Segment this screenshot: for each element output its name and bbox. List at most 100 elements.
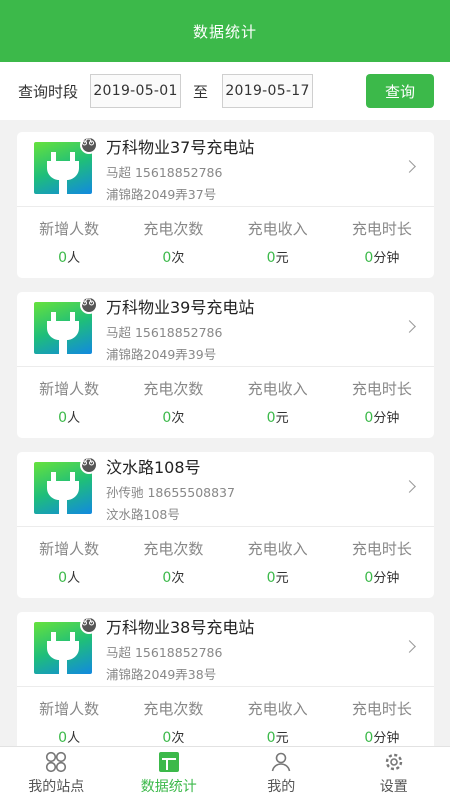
stat-unit: 次 — [171, 571, 185, 586]
station-address: 汶水路108号 — [106, 507, 180, 522]
user-icon — [270, 751, 292, 773]
stat-value: 0 — [162, 730, 172, 746]
stat-charge-count: 充电次数 0次 — [121, 379, 225, 437]
chevron-right-icon — [403, 480, 416, 493]
stat-value: 0 — [364, 410, 374, 426]
station-name: 汶水路108号 — [106, 458, 201, 477]
stat-duration: 充电时长 0分钟 — [330, 539, 434, 597]
charging-plug-icon — [34, 296, 98, 354]
stat-unit: 人 — [67, 571, 81, 586]
station-header[interactable]: 万科物业39号充电站 马超 15618852786 浦锦路2049弄39号 — [17, 292, 434, 367]
stat-unit: 人 — [67, 411, 81, 426]
query-bar: 查询时段 2019-05-01 至 2019-05-17 查询 — [0, 62, 450, 120]
station-contact: 马超 15618852786 — [106, 165, 223, 180]
bike-icon — [80, 456, 98, 474]
stat-label: 充电时长 — [351, 540, 412, 558]
chevron-right-icon — [403, 320, 416, 333]
stat-value: 0 — [364, 730, 374, 746]
station-name: 万科物业37号充电站 — [106, 138, 255, 157]
stat-label: 充电时长 — [351, 220, 412, 238]
tab-settings[interactable]: 设置 — [338, 747, 450, 800]
stat-label: 充电次数 — [143, 220, 204, 238]
stat-new-users: 新增人数 0人 — [17, 379, 121, 437]
stat-unit: 次 — [171, 251, 185, 266]
station-contact: 孙传驰 18655508837 — [106, 485, 235, 500]
stat-value: 0 — [162, 570, 172, 586]
tab-mine[interactable]: 我的 — [225, 747, 338, 800]
station-header[interactable]: 汶水路108号 孙传驰 18655508837 汶水路108号 — [17, 452, 434, 527]
station-address: 浦锦路2049弄38号 — [106, 667, 217, 682]
stat-label: 充电收入 — [247, 380, 308, 398]
station-contact: 马超 15618852786 — [106, 645, 223, 660]
stat-unit: 元 — [275, 731, 289, 746]
chevron-right-icon — [403, 160, 416, 173]
bottom-tab-bar: 我的站点 数据统计 我的 设置 — [0, 746, 450, 800]
query-button[interactable]: 查询 — [366, 74, 434, 108]
stat-new-users: 新增人数 0人 — [17, 219, 121, 277]
station-stats: 新增人数 0人 充电次数 0次 充电收入 0元 充电时长 0分钟 — [17, 367, 434, 437]
station-card[interactable]: 万科物业38号充电站 马超 15618852786 浦锦路2049弄38号 新增… — [17, 612, 434, 758]
date-separator: 至 — [193, 82, 209, 101]
station-header[interactable]: 万科物业37号充电站 马超 15618852786 浦锦路2049弄37号 — [17, 132, 434, 207]
tab-my-stations[interactable]: 我的站点 — [0, 747, 113, 800]
stat-duration: 充电时长 0分钟 — [330, 379, 434, 437]
stat-value: 0 — [58, 410, 68, 426]
stat-label: 新增人数 — [39, 540, 100, 558]
station-name: 万科物业38号充电站 — [106, 618, 255, 637]
tab-data-statistics[interactable]: 数据统计 — [113, 747, 226, 800]
station-card[interactable]: 汶水路108号 孙传驰 18655508837 汶水路108号 新增人数 0人 充… — [17, 452, 434, 598]
stat-value: 0 — [58, 570, 68, 586]
bike-icon — [80, 296, 98, 314]
station-card[interactable]: 万科物业39号充电站 马超 15618852786 浦锦路2049弄39号 新增… — [17, 292, 434, 438]
query-period-label: 查询时段 — [18, 82, 79, 101]
station-card[interactable]: 万科物业37号充电站 马超 15618852786 浦锦路2049弄37号 新增… — [17, 132, 434, 278]
station-address: 浦锦路2049弄39号 — [106, 347, 217, 362]
stat-unit: 元 — [275, 571, 289, 586]
bike-icon — [80, 136, 98, 154]
bike-icon — [80, 616, 98, 634]
gear-icon — [383, 751, 405, 773]
stat-unit: 元 — [275, 411, 289, 426]
stat-label: 充电收入 — [247, 220, 308, 238]
stat-unit: 分钟 — [373, 571, 400, 586]
stat-value: 0 — [266, 410, 276, 426]
station-address: 浦锦路2049弄37号 — [106, 187, 217, 202]
charging-plug-icon — [34, 136, 98, 194]
station-name: 万科物业39号充电站 — [106, 298, 255, 317]
stat-label: 充电次数 — [143, 540, 204, 558]
stat-income: 充电收入 0元 — [226, 219, 330, 277]
stat-income: 充电收入 0元 — [226, 379, 330, 437]
tab-label: 数据统计 — [140, 779, 197, 795]
stat-label: 充电收入 — [247, 540, 308, 558]
stat-value: 0 — [58, 730, 68, 746]
stat-unit: 次 — [171, 411, 185, 426]
stat-label: 充电次数 — [143, 700, 204, 718]
page-title: 数据统计 — [192, 22, 257, 41]
stat-label: 充电时长 — [351, 700, 412, 718]
stat-charge-count: 充电次数 0次 — [121, 539, 225, 597]
stat-label: 充电时长 — [351, 380, 412, 398]
stat-unit: 人 — [67, 251, 81, 266]
stat-value: 0 — [364, 570, 374, 586]
stat-unit: 分钟 — [373, 251, 400, 266]
stat-value: 0 — [266, 250, 276, 266]
stat-unit: 人 — [67, 731, 81, 746]
charging-plug-icon — [34, 616, 98, 674]
stat-unit: 分钟 — [373, 411, 400, 426]
stat-unit: 元 — [275, 251, 289, 266]
top-bar: 数据统计 — [0, 0, 450, 62]
stat-new-users: 新增人数 0人 — [17, 539, 121, 597]
stat-duration: 充电时长 0分钟 — [330, 219, 434, 277]
table-icon — [158, 751, 180, 773]
start-date-field[interactable]: 2019-05-01 — [90, 74, 182, 108]
stat-label: 充电次数 — [143, 380, 204, 398]
stat-charge-count: 充电次数 0次 — [121, 219, 225, 277]
station-header[interactable]: 万科物业38号充电站 马超 15618852786 浦锦路2049弄38号 — [17, 612, 434, 687]
charging-plug-icon — [34, 456, 98, 514]
stat-unit: 次 — [171, 731, 185, 746]
tab-label: 我的 — [267, 779, 296, 795]
stat-value: 0 — [58, 250, 68, 266]
stat-value: 0 — [162, 410, 172, 426]
end-date-field[interactable]: 2019-05-17 — [222, 74, 314, 108]
stat-value: 0 — [266, 730, 276, 746]
